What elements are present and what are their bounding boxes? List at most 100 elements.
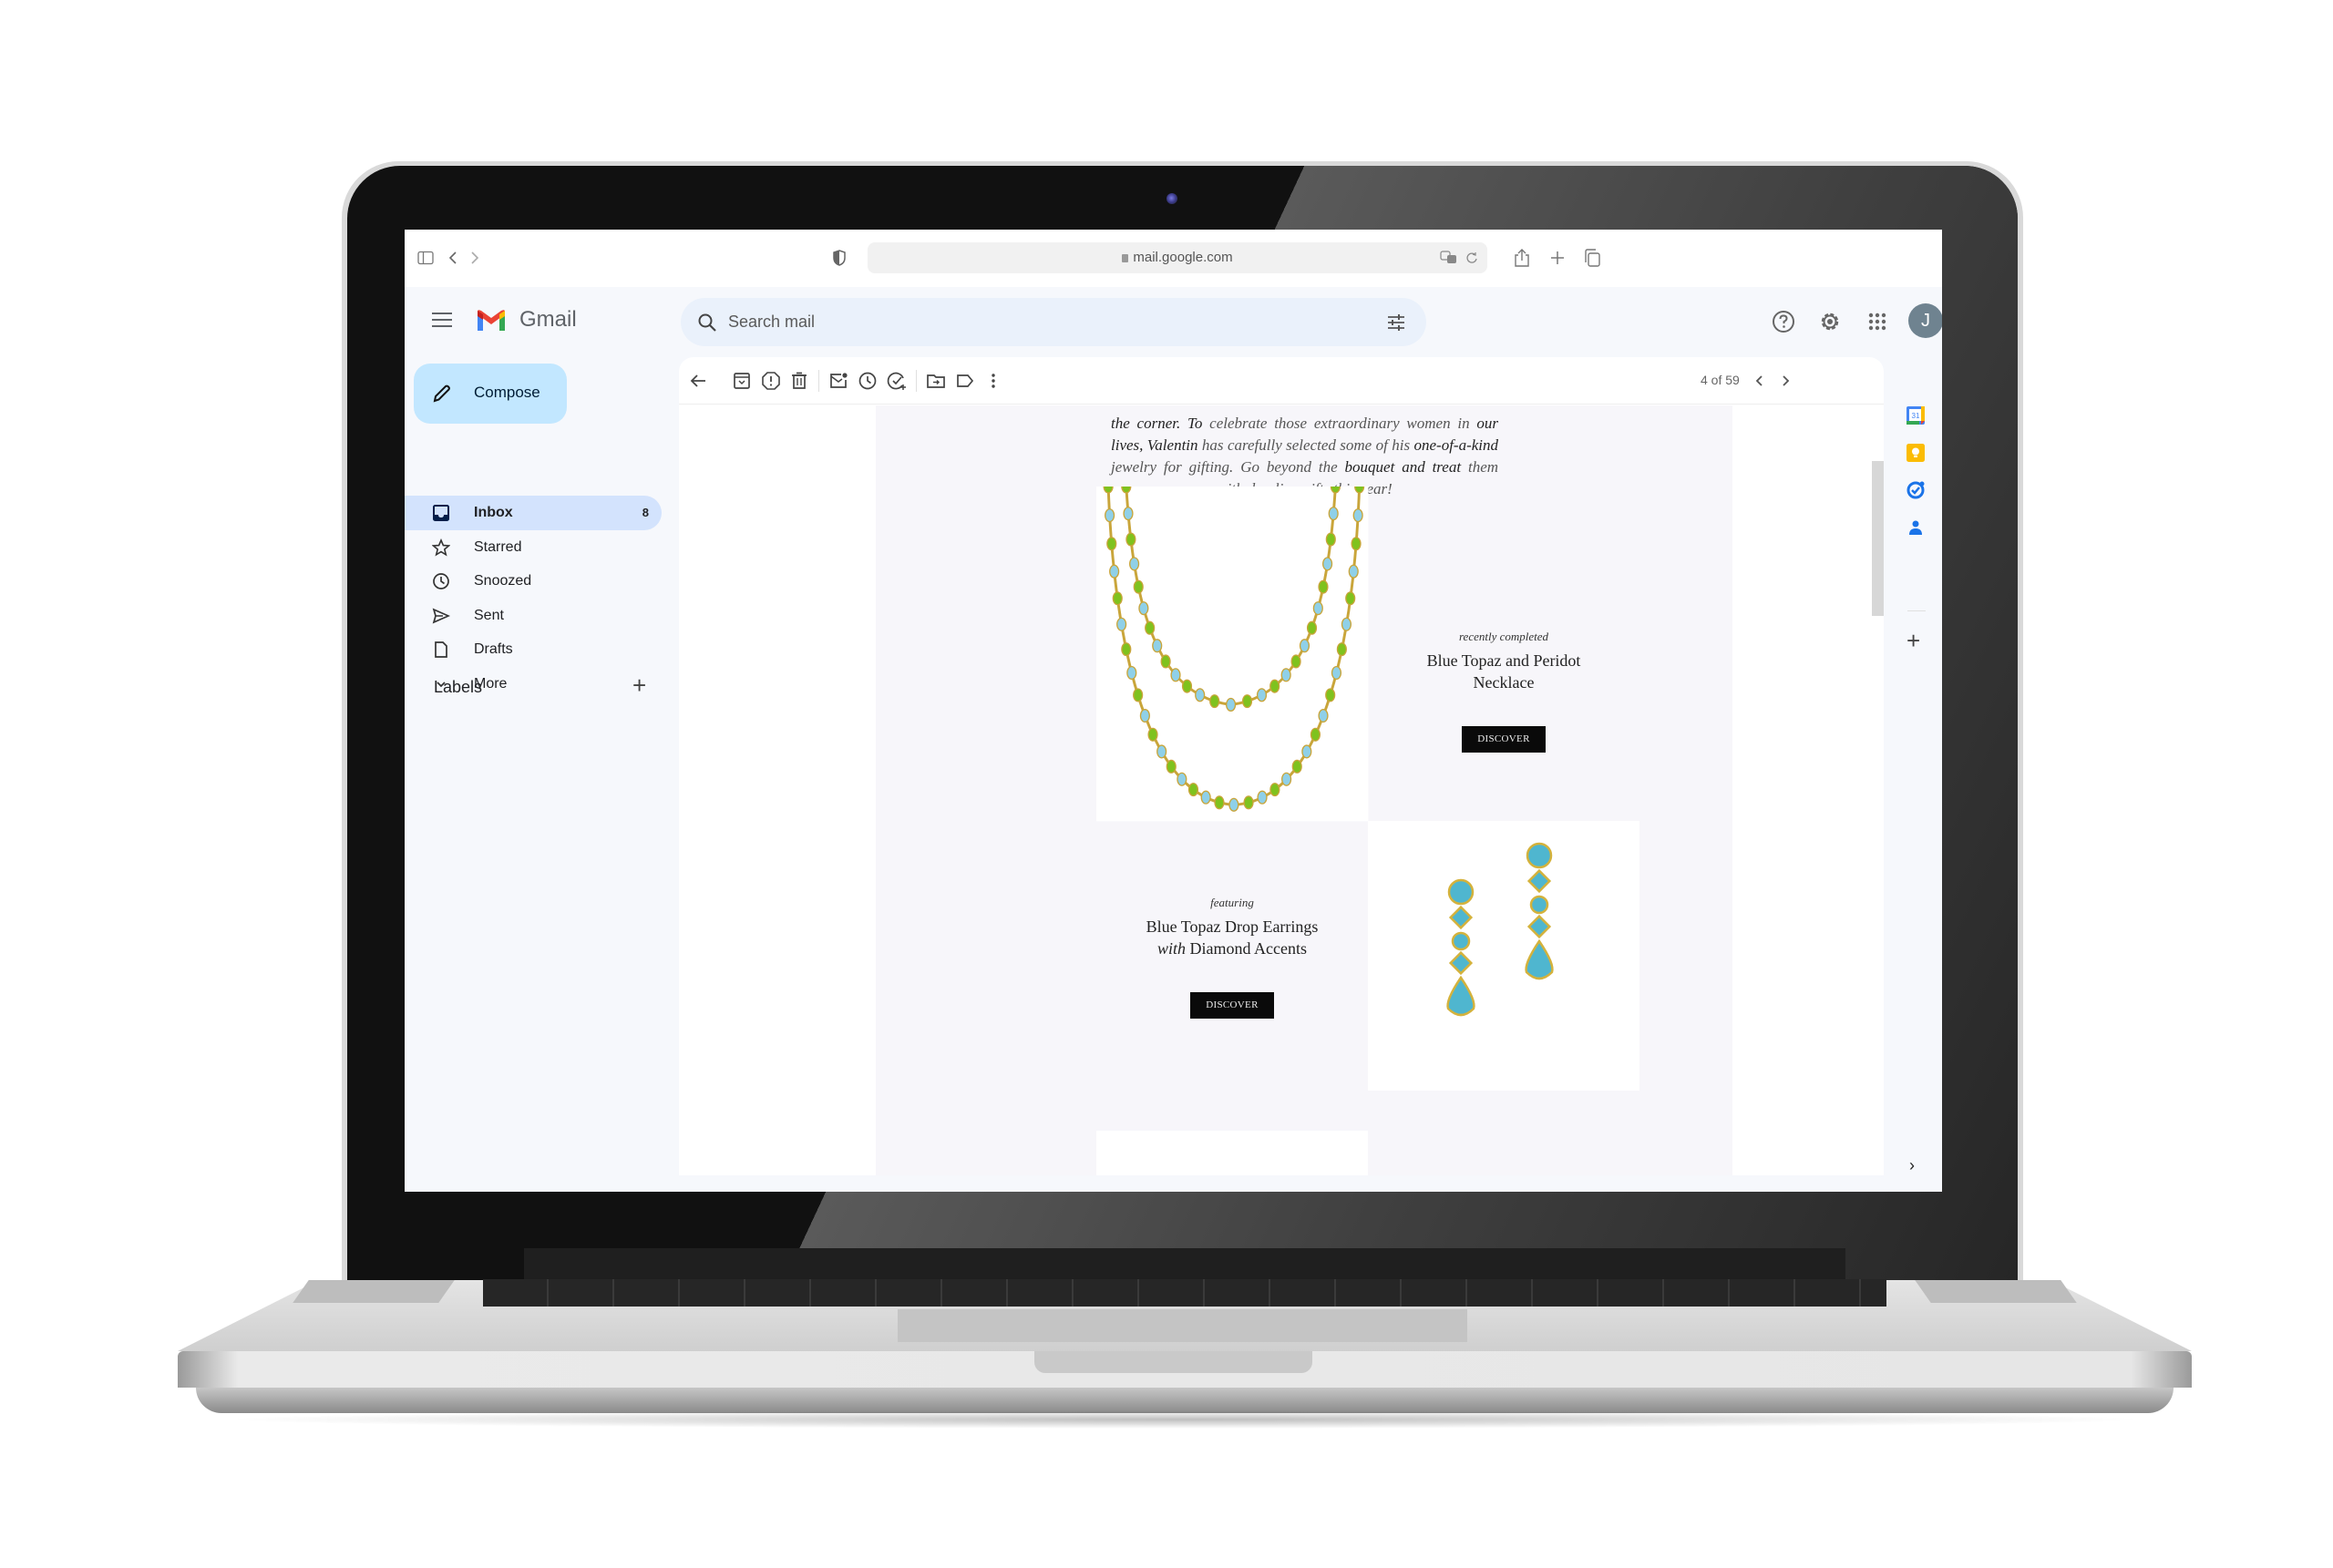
product-title: Blue Topaz Drop Earrings with Diamond Ac… — [1146, 917, 1319, 958]
necklace-image[interactable] — [1096, 479, 1369, 822]
search-options-icon[interactable] — [1386, 313, 1406, 333]
older-message-icon[interactable] — [1776, 371, 1794, 391]
gmail-logo-icon[interactable] — [476, 309, 507, 333]
screen: mail.google.com Gmail Search mail J Comp… — [405, 230, 1942, 1192]
necklace-bead — [1106, 537, 1117, 551]
browser-toolbar: mail.google.com — [405, 230, 1942, 287]
necklace-bead — [1306, 620, 1318, 635]
necklace-bead — [1341, 617, 1352, 631]
back-arrow-icon[interactable] — [688, 371, 708, 391]
keep-icon[interactable] — [1906, 443, 1926, 463]
gmail-header: Gmail Search mail J — [405, 287, 1942, 355]
main-menu-icon[interactable] — [432, 313, 452, 327]
report-spam-icon[interactable] — [761, 371, 781, 391]
contacts-icon[interactable] — [1906, 518, 1926, 538]
add-to-tasks-icon[interactable] — [887, 371, 907, 391]
scrollbar-thumb[interactable] — [1872, 461, 1884, 616]
laptop-bottom — [196, 1388, 2174, 1413]
archive-icon[interactable] — [732, 371, 752, 391]
sidebar-item-starred[interactable]: Starred — [405, 530, 662, 565]
sidebar-item-inbox[interactable]: Inbox 8 — [405, 496, 662, 530]
unread-count-badge: 8 — [642, 506, 649, 519]
earring-gem — [1526, 842, 1553, 869]
mark-unread-icon[interactable] — [828, 371, 848, 391]
snooze-icon[interactable] — [858, 371, 878, 391]
necklace-bead — [1209, 694, 1220, 709]
earrings-drawing — [1446, 842, 1554, 1017]
create-label-button[interactable]: + — [632, 673, 646, 697]
account-avatar[interactable]: J — [1908, 303, 1942, 338]
draft-icon — [435, 641, 447, 658]
necklace-photo — [1103, 479, 1365, 812]
search-bar[interactable] — [681, 298, 1426, 346]
more-vert-icon[interactable] — [983, 371, 1003, 391]
inbox-icon — [433, 505, 449, 521]
earring-gem — [1526, 914, 1552, 939]
necklace-bead — [1138, 601, 1149, 616]
message-toolbar: 4 of 59 — [679, 357, 1884, 405]
sidebar-toggle-icon[interactable] — [417, 246, 434, 270]
tasks-icon[interactable] — [1906, 480, 1926, 500]
share-icon[interactable] — [1514, 246, 1530, 270]
necklace-bead — [1177, 772, 1187, 786]
address-bar[interactable]: mail.google.com — [868, 242, 1487, 273]
new-tab-icon[interactable] — [1550, 246, 1565, 270]
message-position: 4 of 59 — [1701, 373, 1740, 387]
gmail-wordmark: Gmail — [519, 307, 577, 332]
search-input[interactable] — [728, 298, 1275, 346]
labels-heading: Labels — [434, 678, 483, 696]
tab-overview-icon[interactable] — [1584, 246, 1600, 270]
side-panel-divider — [1907, 610, 1926, 611]
necklace-bead — [1310, 727, 1321, 742]
get-addons-button[interactable]: + — [1906, 629, 1920, 652]
sidebar-item-label: Sent — [474, 607, 504, 623]
sidebar-item-snoozed[interactable]: Snoozed — [405, 564, 662, 599]
clock-icon — [433, 573, 449, 589]
necklace-bead — [1226, 697, 1237, 712]
delete-icon[interactable] — [789, 371, 809, 391]
sidebar-item-drafts[interactable]: Drafts — [405, 632, 662, 667]
help-icon[interactable] — [1769, 307, 1798, 336]
back-icon[interactable] — [447, 246, 459, 270]
necklace-bead — [1126, 666, 1137, 681]
necklace-bead — [1348, 564, 1359, 579]
earring-gem — [1529, 895, 1549, 915]
show-side-panel-button[interactable]: › — [1909, 1156, 1915, 1175]
translate-icon[interactable] — [1440, 250, 1458, 266]
necklace-bead — [1330, 479, 1341, 494]
necklace-bead — [1328, 507, 1339, 521]
necklace-bead — [1181, 679, 1193, 693]
discover-necklace-button[interactable]: DISCOVER — [1462, 726, 1546, 753]
necklace-bead — [1269, 783, 1280, 797]
newer-message-icon[interactable] — [1751, 371, 1769, 391]
necklace-bead — [1103, 479, 1114, 494]
settings-icon[interactable] — [1815, 307, 1845, 336]
necklace-bead — [1280, 668, 1291, 682]
product-kicker: recently completed — [1458, 630, 1549, 643]
earrings-image[interactable] — [1368, 821, 1639, 1091]
privacy-shield-icon[interactable] — [833, 246, 846, 270]
sidebar-item-sent[interactable]: Sent — [405, 599, 662, 633]
necklace-bead — [1152, 639, 1163, 653]
necklace-bead — [1243, 795, 1254, 810]
necklace-bead — [1299, 639, 1310, 653]
side-panel: 31 + › — [1891, 357, 1942, 1192]
necklace-bead — [1214, 795, 1225, 810]
reload-icon[interactable] — [1465, 251, 1478, 265]
label-icon[interactable] — [955, 371, 975, 391]
calendar-icon[interactable]: 31 — [1906, 405, 1926, 425]
sidebar-item-label: Starred — [474, 538, 522, 555]
pencil-icon — [433, 384, 450, 403]
compose-button[interactable]: Compose — [414, 364, 567, 424]
product-kicker: featuring — [1210, 896, 1254, 909]
speaker-grille-left — [293, 1280, 455, 1303]
discover-earrings-button[interactable]: DISCOVER — [1190, 992, 1274, 1019]
necklace-bead — [1112, 591, 1123, 606]
apps-grid-icon[interactable] — [1863, 307, 1892, 336]
necklace-bead — [1156, 744, 1167, 759]
search-icon[interactable] — [697, 313, 717, 333]
email-body: the corner. To celebrate those extraordi… — [876, 405, 1732, 1175]
forward-icon[interactable] — [468, 246, 481, 270]
move-to-icon[interactable] — [926, 371, 946, 391]
necklace-bead — [1200, 790, 1211, 804]
